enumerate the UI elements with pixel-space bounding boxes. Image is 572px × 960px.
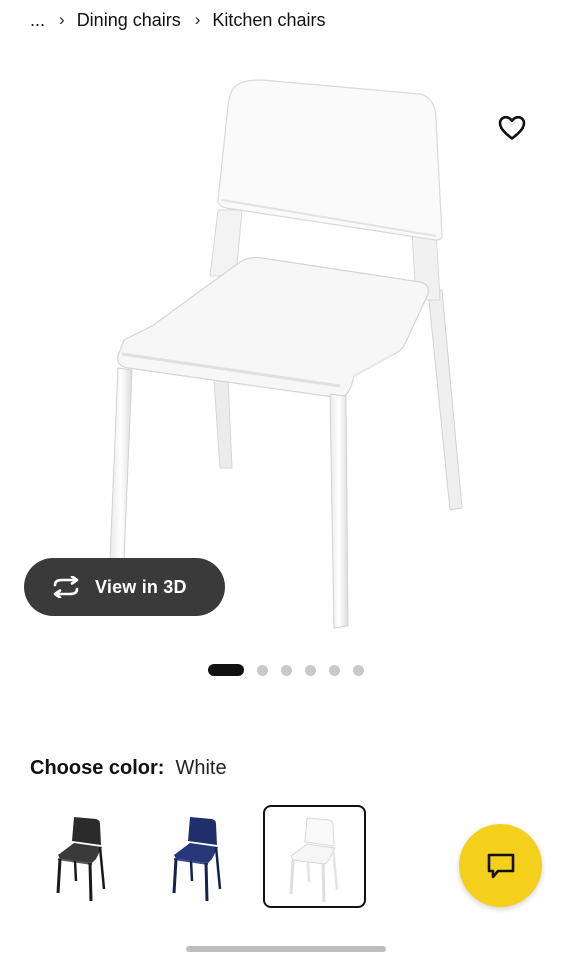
home-indicator[interactable] [186, 946, 386, 952]
carousel-dot-active[interactable] [208, 664, 244, 676]
carousel-dot[interactable] [353, 664, 364, 676]
heart-outline-icon [498, 115, 526, 140]
breadcrumb-separator: › [194, 10, 201, 29]
carousel-dot[interactable] [257, 664, 268, 676]
blue-chair-thumbnail [172, 817, 222, 901]
color-swatch-black[interactable] [32, 806, 132, 906]
carousel-indicator [208, 664, 377, 676]
selected-color-value: White [175, 757, 227, 779]
chat-bubble-icon [487, 853, 514, 878]
view-in-3d-button[interactable]: View in 3D [24, 558, 225, 616]
carousel-dot[interactable] [281, 664, 292, 676]
view-in-3d-label: View in 3D [95, 576, 187, 597]
white-chair-thumbnail [289, 816, 338, 902]
breadcrumb-kitchen-chairs[interactable]: Kitchen chairs [212, 10, 325, 31]
breadcrumb-ellipsis[interactable]: ... [30, 10, 45, 31]
color-swatch-white-selected[interactable] [263, 805, 366, 908]
rotate-3d-icon [50, 575, 82, 599]
black-chair-thumbnail [56, 817, 106, 901]
breadcrumb-dining-chairs[interactable]: Dining chairs [77, 10, 181, 31]
breadcrumb-separator: › [59, 10, 65, 29]
carousel-dot[interactable] [329, 664, 340, 676]
favorite-button[interactable] [494, 110, 530, 146]
breadcrumb: ... › Dining chairs › Kitchen chairs [30, 6, 325, 34]
choose-color-label: Choose color: [30, 757, 165, 779]
color-swatch-blue[interactable] [148, 806, 248, 906]
carousel-dot[interactable] [305, 664, 316, 676]
color-selector-heading: Choose color: White [30, 757, 227, 780]
chat-button[interactable] [459, 824, 542, 907]
